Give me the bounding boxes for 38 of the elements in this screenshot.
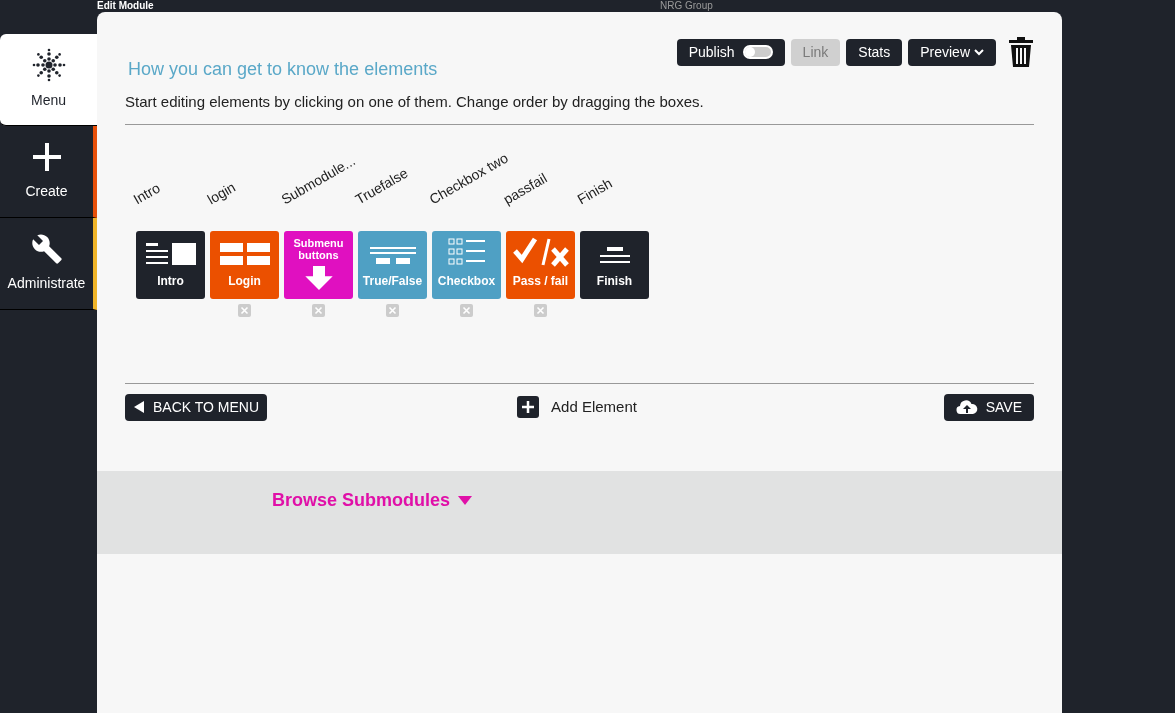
element-name: login: [203, 177, 240, 209]
preview-button[interactable]: Preview: [908, 38, 996, 66]
publish-toggle[interactable]: [742, 45, 773, 59]
instructions-text: Start editing elements by clicking on one of them. Change order by dragging the boxes.: [125, 91, 1034, 125]
element-tile[interactable]: Pass / fail: [506, 230, 575, 299]
stats-button[interactable]: Stats: [846, 38, 903, 66]
element-tile[interactable]: Submenu buttons: [284, 230, 353, 299]
add-element-button[interactable]: Add Element: [517, 395, 637, 419]
checklist-icon: [446, 236, 487, 267]
section-heading: How you can get to know the elements: [128, 58, 439, 81]
save-button[interactable]: SAVE: [943, 393, 1034, 421]
sidebar-item[interactable]: Menu: [0, 34, 97, 126]
check-cross-icon: [512, 236, 569, 267]
group-name: NRG Group: [660, 0, 713, 11]
element-tile[interactable]: Finish: [580, 230, 649, 299]
layout-icon: [143, 240, 198, 267]
publish-button[interactable]: Publish: [676, 38, 785, 66]
snowflake-icon: [31, 48, 66, 82]
element-name: Intro: [129, 178, 164, 209]
plus-square-icon: [517, 396, 540, 418]
element-tile[interactable]: Login: [210, 230, 279, 299]
remove-icon[interactable]: [238, 303, 251, 317]
back-to-menu-button[interactable]: BACK TO MENU: [125, 393, 268, 421]
trash-icon[interactable]: [1008, 36, 1034, 68]
remove-icon[interactable]: [386, 303, 399, 317]
plus-icon: [30, 141, 63, 173]
remove-icon[interactable]: [460, 303, 473, 317]
wrench-icon: [30, 233, 63, 265]
lines-icon: [367, 244, 418, 267]
triangle-left-icon: [133, 401, 145, 413]
grid-icon: [217, 240, 272, 267]
caret-down-icon: [458, 495, 473, 505]
remove-icon[interactable]: [534, 303, 547, 317]
element-tile[interactable]: Intro: [136, 230, 205, 299]
remove-icon[interactable]: [312, 303, 325, 317]
chevron-down-icon: [974, 48, 984, 56]
page-title: Edit Module: [97, 0, 154, 11]
cloud-upload-icon: [955, 399, 978, 415]
